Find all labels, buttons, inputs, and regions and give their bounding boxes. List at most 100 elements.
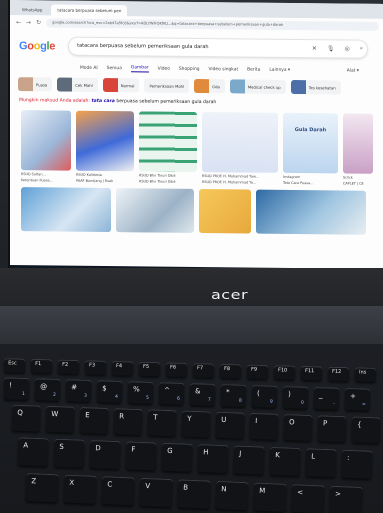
key[interactable]: K bbox=[269, 446, 301, 477]
key[interactable]: O bbox=[283, 414, 313, 442]
key[interactable]: F1 bbox=[30, 358, 53, 374]
key[interactable]: ^ 6 bbox=[158, 382, 185, 405]
key[interactable]: : bbox=[341, 449, 373, 479]
key[interactable]: F4 bbox=[111, 360, 134, 376]
key[interactable]: Esc bbox=[3, 358, 26, 373]
key[interactable]: F12 bbox=[327, 366, 350, 382]
key[interactable]: G bbox=[161, 442, 193, 472]
google-logo[interactable]: Google bbox=[19, 39, 55, 52]
image-result[interactable] bbox=[199, 188, 251, 234]
chip-puasa[interactable]: Puasa bbox=[18, 77, 53, 92]
search-box[interactable]: tatacara berpuasa sebelum pemeriksaan gu… bbox=[69, 37, 368, 58]
image-result[interactable] bbox=[116, 187, 194, 233]
image-result[interactable]: RSUD Bhx Tinuri Dibli RSUD Bhx Tinuri Di… bbox=[139, 111, 197, 184]
key[interactable]: @2 bbox=[34, 378, 61, 402]
key[interactable]: F11 bbox=[300, 365, 323, 381]
image-result[interactable]: RSUD Kalidosia PAAF Bumijang | Rsah bbox=[76, 110, 134, 184]
image-result[interactable] bbox=[21, 186, 111, 232]
filter-short-video[interactable]: Video singkat bbox=[209, 67, 239, 72]
key[interactable]: ! 1 bbox=[3, 377, 30, 401]
key[interactable]: A bbox=[17, 437, 49, 467]
image-result[interactable]: RSUD Sultan... Ketentuan Puasa... bbox=[21, 110, 71, 183]
tab-whatsapp[interactable]: WhatsApp bbox=[16, 4, 48, 15]
photo-scene: WhatsApp tatacara berpuasa sebelum pen ←… bbox=[0, 0, 383, 513]
key[interactable]: J bbox=[233, 445, 265, 475]
key[interactable]: B bbox=[177, 479, 211, 509]
key[interactable]: #3 bbox=[65, 379, 92, 402]
mic-icon[interactable]: 🎙 bbox=[327, 45, 335, 52]
key[interactable]: Q bbox=[11, 404, 41, 432]
key[interactable]: (9 bbox=[251, 385, 278, 408]
filter-more[interactable]: Lainnya ▾ bbox=[269, 67, 290, 72]
key[interactable]: % 5 bbox=[127, 381, 154, 404]
key[interactable]: * 8 bbox=[220, 384, 247, 407]
key[interactable]: F8 bbox=[219, 363, 242, 379]
key[interactable]: F5 bbox=[138, 361, 161, 377]
key[interactable]: F bbox=[125, 441, 157, 471]
key[interactable]: R bbox=[113, 408, 143, 436]
chip-medical[interactable]: Medical check up bbox=[229, 79, 286, 94]
image-result[interactable]: Gula Darah Instagram Tata Cara Puasa... bbox=[283, 112, 338, 186]
key[interactable]: V bbox=[139, 477, 173, 508]
key[interactable]: F7 bbox=[192, 363, 215, 378]
key[interactable]: + = bbox=[344, 387, 371, 411]
image-result[interactable]: Sclick CAPLET | CE bbox=[343, 113, 373, 187]
filter-all[interactable]: Semua bbox=[107, 66, 122, 71]
key[interactable]: T bbox=[147, 409, 177, 437]
key[interactable]: D bbox=[89, 439, 121, 470]
chip-gda[interactable]: Gda bbox=[194, 78, 225, 94]
chip-normal[interactable]: Normal bbox=[102, 77, 140, 93]
screen-bezel bbox=[0, 268, 383, 308]
chip-cek[interactable]: Cek Mahl bbox=[57, 77, 98, 92]
chip-pemeriksaan[interactable]: Pemeriksaan Mahl bbox=[144, 78, 190, 93]
key[interactable]: F9 bbox=[246, 364, 269, 380]
reload-icon[interactable]: ↻ bbox=[36, 19, 41, 26]
key[interactable]: F3 bbox=[84, 360, 107, 375]
image-result[interactable] bbox=[256, 189, 366, 235]
key[interactable]: Y bbox=[181, 410, 211, 438]
key[interactable]: P bbox=[317, 415, 347, 443]
key[interactable]: N bbox=[215, 480, 249, 511]
search-query[interactable]: tatacara berpuasa sebelum pemeriksaan gu… bbox=[77, 43, 306, 51]
key[interactable]: U bbox=[215, 411, 245, 439]
tools-button[interactable]: Alat ▾ bbox=[347, 68, 359, 73]
key[interactable]: X bbox=[63, 474, 97, 504]
key[interactable]: Z bbox=[25, 472, 59, 503]
key[interactable]: _ - bbox=[313, 386, 340, 410]
key[interactable]: W bbox=[45, 405, 75, 433]
key[interactable]: Ins bbox=[354, 367, 377, 382]
key[interactable]: C bbox=[101, 476, 135, 506]
key[interactable]: M bbox=[253, 482, 287, 512]
key[interactable]: F2 bbox=[57, 359, 80, 375]
suggestion-link[interactable]: tata cara bbox=[91, 99, 114, 104]
filter-images[interactable]: Gambar bbox=[130, 64, 149, 72]
filter-news[interactable]: Berita bbox=[247, 67, 260, 72]
key[interactable]: F6 bbox=[165, 362, 188, 377]
key[interactable]: < bbox=[291, 484, 325, 513]
lens-icon[interactable]: ◎ bbox=[345, 45, 350, 52]
key[interactable]: & 7 bbox=[189, 383, 216, 406]
address-bar[interactable]: google.com/search?sca_esv=2ab47a5fc6&sxs… bbox=[46, 18, 379, 31]
filter-video[interactable]: Video bbox=[158, 66, 170, 71]
key[interactable]: H bbox=[197, 444, 229, 474]
search-icon[interactable]: ⌕ bbox=[360, 45, 363, 53]
filter-mode-ai[interactable]: Mode AI bbox=[80, 65, 98, 70]
brand-logo: acer bbox=[211, 286, 249, 303]
image-results-row-1: RSUD Sultan... Ketentuan Puasa... RSUD K… bbox=[10, 108, 383, 187]
image-result[interactable]: RSUD PROF. H. Muhammad Yam... RSUD PROF.… bbox=[202, 112, 278, 186]
tab-search[interactable]: tatacara berpuasa sebelum pen bbox=[51, 4, 128, 17]
key[interactable]: $4 bbox=[96, 380, 123, 403]
filter-shopping[interactable]: Shopping bbox=[179, 66, 200, 71]
key[interactable]: ) 0 bbox=[282, 386, 309, 409]
key[interactable]: L bbox=[305, 448, 337, 478]
key[interactable]: F10 bbox=[273, 365, 296, 380]
clear-icon[interactable]: ✕ bbox=[312, 45, 317, 52]
key[interactable]: { bbox=[351, 416, 381, 444]
back-icon[interactable]: ← bbox=[16, 19, 21, 26]
forward-icon[interactable]: → bbox=[26, 19, 31, 26]
key[interactable]: S bbox=[53, 438, 85, 468]
key[interactable]: > bbox=[329, 485, 363, 513]
key[interactable]: E bbox=[79, 406, 109, 434]
chip-tes[interactable]: Tes kesehatan bbox=[290, 79, 341, 95]
key[interactable]: I bbox=[249, 412, 279, 440]
